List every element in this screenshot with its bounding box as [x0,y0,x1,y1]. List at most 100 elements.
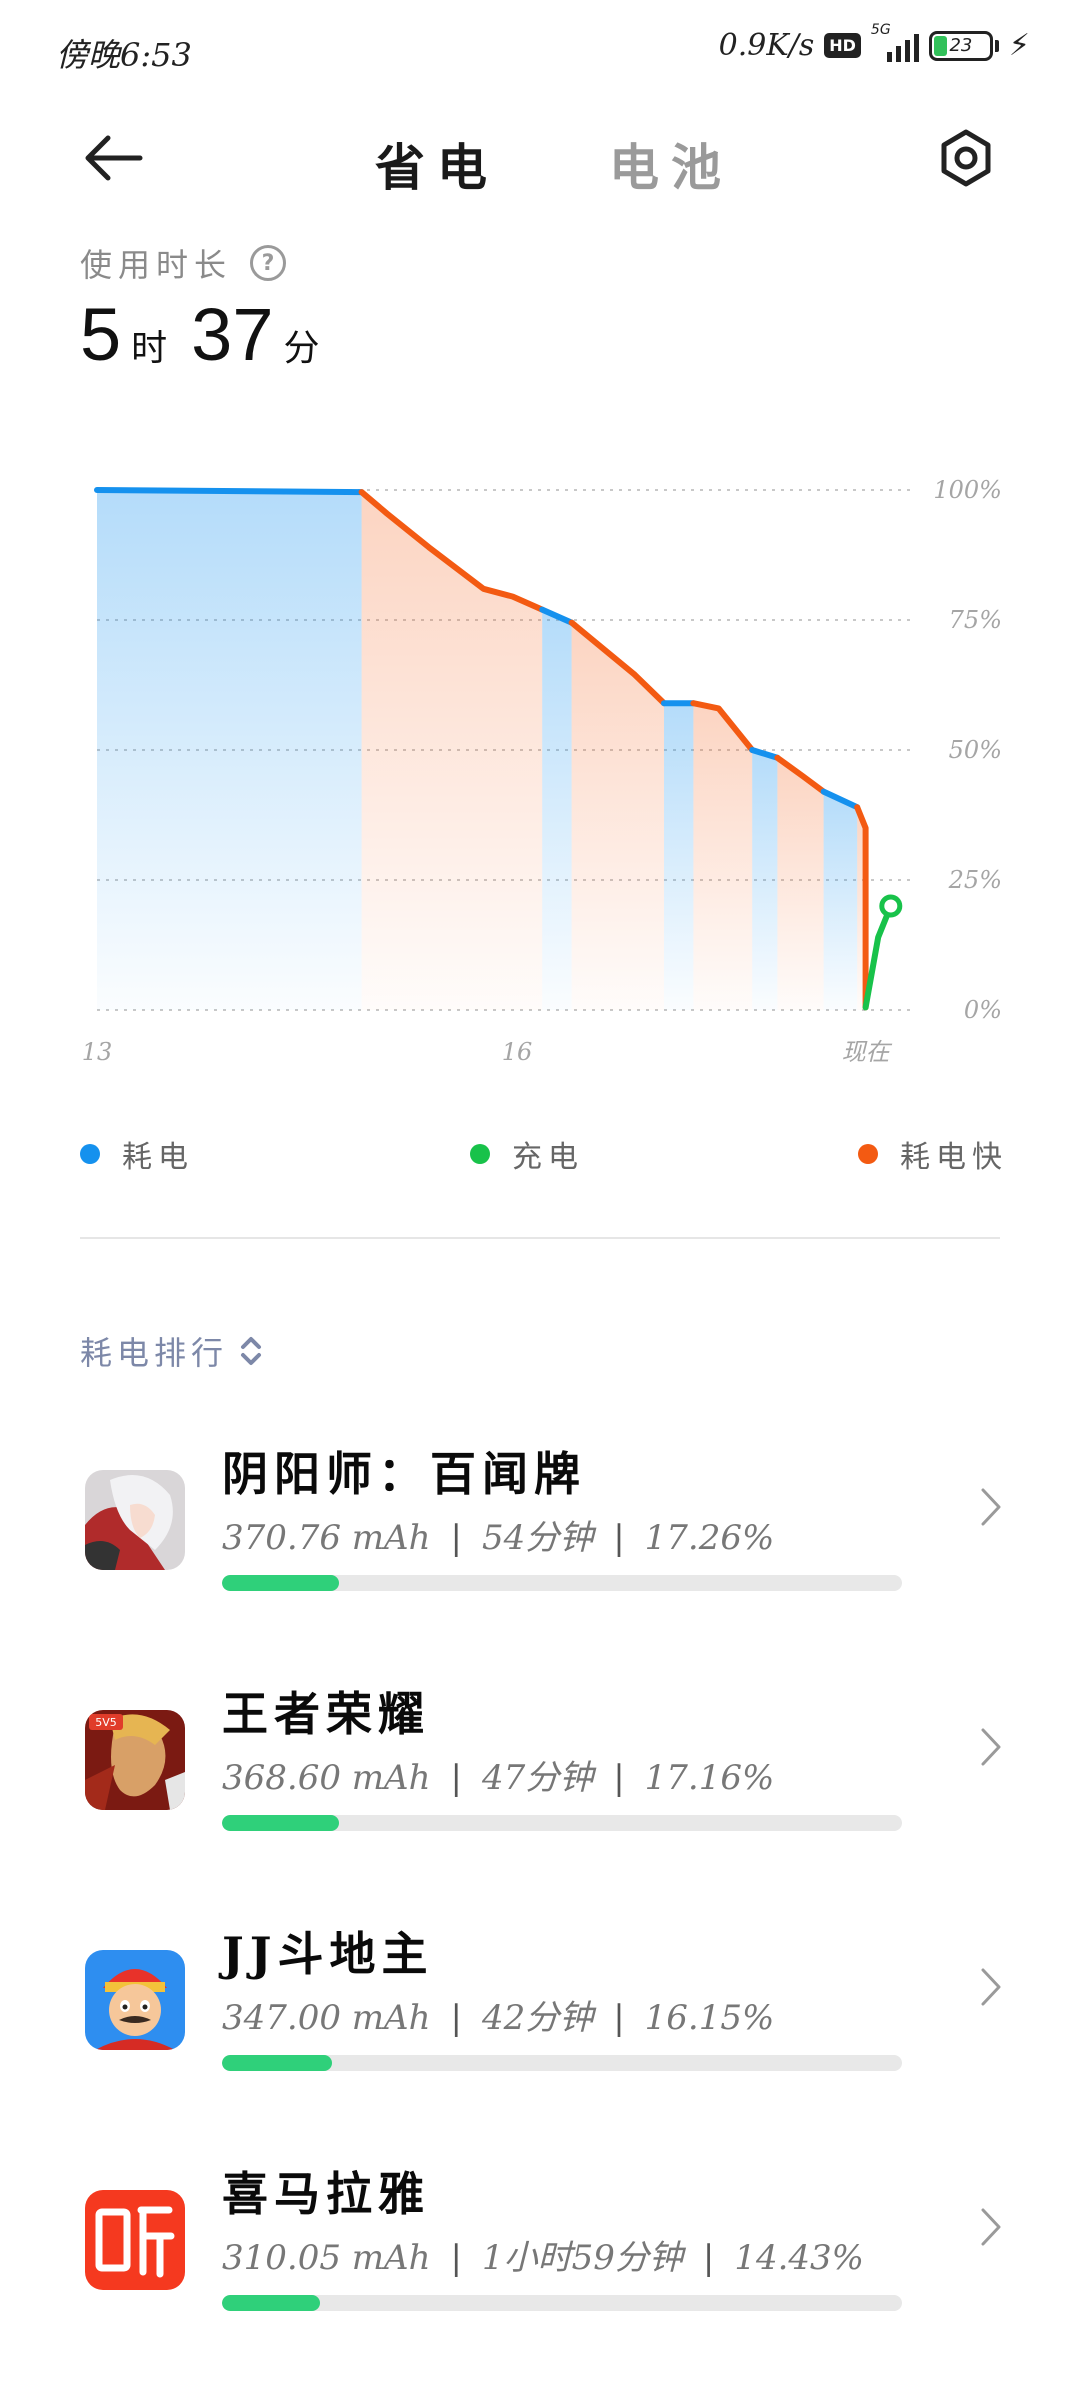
status-time: 傍晚6:53 [56,36,192,74]
app-time: 47分钟 [481,1758,594,1798]
y-tick-label: 0% [964,996,1002,1024]
help-icon[interactable]: ? [250,245,287,281]
battery-chart[interactable]: 100% 75% 50% 25% 0% 13 16 现在 [0,430,1080,1090]
app-stats: 370.76 mAh | 54分钟 | 17.26% [222,1518,775,1558]
battery-level: 23 [949,35,973,56]
network-type: 5G [870,21,891,38]
chart-area-segment [777,757,824,1010]
chart-line-segment [862,903,894,1011]
usage-duration-value: 5 时 37 分 [80,292,334,377]
y-tick-label: 25% [948,866,1002,894]
chart-area-segment [571,622,664,1010]
app-usage-bar-fill [222,2055,332,2071]
app-mah: 347.00 mAh [222,1998,431,2038]
app-usage-bar-fill [222,2295,321,2311]
y-tick-label: 75% [949,606,1002,634]
legend-item-charging: 充电 [470,1132,584,1176]
legend-item-drain: 耗电 [80,1132,194,1176]
usage-hours: 5 [80,293,122,376]
signal-icon: 5G [871,22,919,62]
app-row-jj-doudizhu[interactable]: JJ斗地主 347.00 mAh | 42分钟 | 16.15% [0,1880,1080,2110]
ranking-title: 耗电排行 [80,1334,229,1372]
legend-item-fast-drain: 耗电快 [858,1132,1008,1176]
app-time: 1小时59分钟 [481,2238,683,2278]
app-usage-bar [222,2295,902,2311]
app-stats: 368.60 mAh | 47分钟 | 17.16% [222,1758,775,1798]
x-tick-label: 现在 [842,1038,893,1066]
current-level-marker [879,894,903,918]
back-arrow-icon [85,135,143,181]
app-percent: 16.15% [644,1998,775,2038]
hd-badge: HD [824,33,861,58]
chart-area-segment [664,703,694,1010]
app-stats: 347.00 mAh | 42分钟 | 16.15% [222,1998,775,2038]
chevron-right-icon [981,2208,1001,2246]
usage-duration-header: 使用时长 ? [80,240,287,286]
ranking-sort-toggle[interactable]: 耗电排行 [80,1328,266,1374]
chart-area-segment [361,492,543,1010]
network-speed: 0.9K/s [718,28,815,63]
back-button[interactable] [80,128,150,188]
legend-label: 耗电 [122,1140,194,1175]
chevron-right-icon [981,1728,1001,1766]
usage-duration-label: 使用时长 [80,246,233,284]
usage-minutes: 37 [191,293,274,376]
jj-doudizhu-icon [85,1950,185,2050]
app-percent: 17.26% [644,1518,775,1558]
app-percent: 14.43% [734,2238,864,2278]
app-name: JJ斗地主 [222,1927,434,1981]
app-name: 阴阳师：百闻牌 [222,1447,586,1501]
app-mah: 370.76 mAh [222,1518,431,1558]
status-bar: 傍晚6:53 0.9K/s HD 5G 23 ⚡ [0,0,1080,100]
settings-gear-icon [941,129,991,187]
usage-minutes-unit: 分 [283,328,320,369]
x-tick-label: 16 [502,1038,533,1066]
legend-dot [858,1144,878,1164]
app-mah: 310.05 mAh [222,2238,431,2278]
tab-power-saving[interactable]: 省电 [375,128,499,200]
app-mah: 368.60 mAh [222,1758,431,1798]
chevron-right-icon [981,1968,1001,2006]
status-indicators: 0.9K/s HD 5G 23 ⚡ [718,22,1030,64]
chart-area-segment [542,609,572,1010]
chart-area-segment [823,791,858,1010]
onmyoji-icon [85,1470,185,1570]
app-usage-bar [222,2055,902,2071]
legend-dot [470,1144,490,1164]
legend-label: 充电 [512,1140,584,1175]
legend-dot [80,1144,100,1164]
settings-button[interactable] [936,128,996,188]
app-time: 54分钟 [481,1518,594,1558]
chart-area-segment [97,490,362,1010]
app-usage-bar [222,1575,902,1591]
app-usage-bar-fill [222,1815,339,1831]
divider [80,1237,1000,1239]
tab-battery[interactable]: 电池 [609,128,733,200]
tab-bar: 省电 电池 [375,128,733,200]
x-tick-label: 13 [82,1038,113,1066]
app-time: 42分钟 [481,1998,594,2038]
chart-legend: 耗电 充电 耗电快 [0,1132,1080,1182]
svg-text:5V5: 5V5 [95,1716,117,1729]
app-name: 王者荣耀 [222,1687,430,1741]
chart-area-segment [693,703,753,1010]
app-name: 喜马拉雅 [222,2167,430,2221]
chart-line-segment [94,487,365,496]
ximalaya-icon [85,2190,185,2290]
legend-label: 耗电快 [900,1140,1008,1175]
y-tick-label: 100% [933,476,1002,504]
chevron-right-icon [981,1488,1001,1526]
app-usage-bar-fill [222,1575,340,1591]
app-row-honor-of-kings[interactable]: 5V5 王者荣耀 368.60 mAh | 47分钟 | 17.16% [0,1640,1080,1870]
app-row-onmyoji[interactable]: 阴阳师：百闻牌 370.76 mAh | 54分钟 | 17.26% [0,1400,1080,1630]
chart-area-segment [752,750,778,1010]
battery-level-chart: 100% 75% 50% 25% 0% 13 16 现在 [82,476,1002,1066]
usage-hours-unit: 时 [131,328,168,369]
app-stats: 310.05 mAh | 1小时59分钟 | 14.43% [222,2238,864,2278]
app-usage-bar [222,1815,902,1831]
sort-icon [241,1337,262,1365]
app-row-ximalaya[interactable]: 喜马拉雅 310.05 mAh | 1小时59分钟 | 14.43% [0,2120,1080,2350]
charging-bolt-icon: ⚡ [1008,28,1030,63]
honor-of-kings-icon: 5V5 [85,1710,185,1810]
app-percent: 17.16% [644,1758,775,1798]
